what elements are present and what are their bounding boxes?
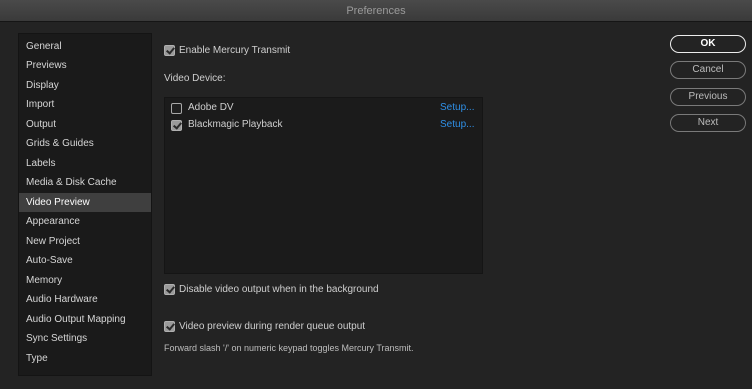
preferences-window: Preferences General Previews Display Imp… [0, 0, 752, 389]
sidebar-item-output[interactable]: Output [19, 115, 151, 134]
device-checkbox[interactable] [171, 120, 182, 131]
enable-mercury-label: Enable Mercury Transmit [179, 45, 291, 56]
window-title: Preferences [0, 0, 752, 22]
enable-mercury-checkbox[interactable] [164, 45, 175, 56]
preferences-sidebar: General Previews Display Import Output G… [18, 33, 152, 376]
ok-button[interactable]: OK [670, 35, 746, 53]
cancel-button[interactable]: Cancel [670, 61, 746, 79]
setup-link[interactable]: Setup... [440, 102, 474, 113]
sidebar-item-import[interactable]: Import [19, 95, 151, 114]
next-button[interactable]: Next [670, 114, 746, 132]
render-queue-checkbox[interactable] [164, 321, 175, 332]
render-queue-label: Video preview during render queue output [179, 321, 366, 332]
sidebar-item-audio-output-mapping[interactable]: Audio Output Mapping [19, 310, 151, 329]
sidebar-item-display[interactable]: Display [19, 76, 151, 95]
device-row-adobe-dv[interactable]: Adobe DV Setup... [165, 100, 482, 117]
sidebar-item-media-disk-cache[interactable]: Media & Disk Cache [19, 173, 151, 192]
sidebar-item-appearance[interactable]: Appearance [19, 212, 151, 231]
sidebar-item-previews[interactable]: Previews [19, 56, 151, 75]
device-row-blackmagic-playback[interactable]: Blackmagic Playback Setup... [165, 117, 482, 134]
sidebar-item-new-project[interactable]: New Project [19, 232, 151, 251]
sidebar-item-grids-guides[interactable]: Grids & Guides [19, 134, 151, 153]
sidebar-item-sync-settings[interactable]: Sync Settings [19, 329, 151, 348]
disable-background-checkbox[interactable] [164, 284, 175, 295]
previous-button[interactable]: Previous [670, 88, 746, 106]
sidebar-item-labels[interactable]: Labels [19, 154, 151, 173]
video-preview-panel: Enable Mercury Transmit Video Device: Ad… [152, 33, 652, 376]
device-name: Blackmagic Playback [188, 119, 283, 130]
sidebar-item-general[interactable]: General [19, 37, 151, 56]
disable-background-label: Disable video output when in the backgro… [179, 284, 379, 295]
sidebar-item-video-preview[interactable]: Video Preview [19, 193, 151, 212]
sidebar-item-auto-save[interactable]: Auto-Save [19, 251, 151, 270]
setup-link[interactable]: Setup... [440, 119, 474, 130]
mercury-shortcut-note: Forward slash '/' on numeric keypad togg… [164, 343, 414, 353]
sidebar-item-memory[interactable]: Memory [19, 271, 151, 290]
device-name: Adobe DV [188, 102, 234, 113]
video-device-list: Adobe DV Setup... Blackmagic Playback Se… [164, 97, 483, 274]
device-checkbox[interactable] [171, 103, 182, 114]
sidebar-item-type[interactable]: Type [19, 349, 151, 368]
video-device-label: Video Device: [164, 73, 226, 84]
sidebar-item-audio-hardware[interactable]: Audio Hardware [19, 290, 151, 309]
